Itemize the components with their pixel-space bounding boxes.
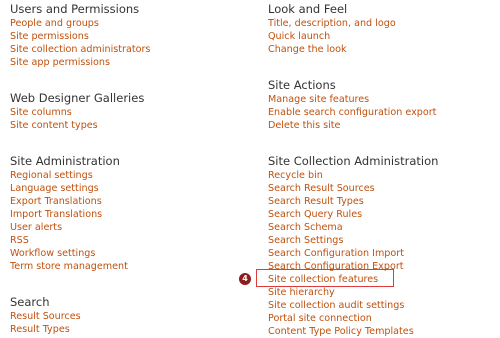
section-heading-look-and-feel: Look and Feel	[268, 2, 348, 16]
link-change-the-look[interactable]: Change the look	[268, 43, 396, 56]
link-content-type-policy-templates[interactable]: Content Type Policy Templates	[268, 325, 438, 338]
site-collection-administration-section: Site Collection Administration Recycle b…	[268, 153, 438, 338]
link-site-app-permissions[interactable]: Site app permissions	[10, 56, 150, 69]
link-site-content-types[interactable]: Site content types	[10, 119, 144, 132]
link-term-store-management[interactable]: Term store management	[10, 260, 128, 273]
section-heading-search: Search	[10, 295, 50, 309]
link-rss[interactable]: RSS	[10, 234, 128, 247]
link-result-types[interactable]: Result Types	[10, 323, 81, 336]
link-search-configuration-import[interactable]: Search Configuration Import	[268, 247, 438, 260]
section-heading-users-permissions: Users and Permissions	[10, 2, 140, 16]
web-designer-galleries-section: Web Designer Galleries Site columns Site…	[10, 90, 144, 132]
link-title-description-logo[interactable]: Title, description, and logo	[268, 17, 396, 30]
link-regional-settings[interactable]: Regional settings	[10, 169, 128, 182]
link-search-schema[interactable]: Search Schema	[268, 221, 438, 234]
section-heading-site-administration: Site Administration	[10, 154, 120, 168]
link-site-collection-audit-settings[interactable]: Site collection audit settings	[268, 299, 438, 312]
look-and-feel-section: Look and Feel Title, description, and lo…	[268, 1, 396, 56]
link-export-translations[interactable]: Export Translations	[10, 195, 128, 208]
link-site-collection-administrators[interactable]: Site collection administrators	[10, 43, 150, 56]
link-search-query-rules[interactable]: Search Query Rules	[268, 208, 438, 221]
link-portal-site-connection[interactable]: Portal site connection	[268, 312, 438, 325]
link-result-sources[interactable]: Result Sources	[10, 310, 81, 323]
highlight-box	[256, 269, 394, 287]
link-enable-search-configuration-export[interactable]: Enable search configuration export	[268, 106, 436, 119]
site-administration-section: Site Administration Regional settings La…	[10, 153, 128, 273]
link-people-and-groups[interactable]: People and groups	[10, 17, 150, 30]
step-number-badge: 4	[239, 273, 251, 285]
section-heading-web-designer: Web Designer Galleries	[10, 91, 145, 105]
site-actions-section: Site Actions Manage site features Enable…	[268, 77, 436, 132]
link-language-settings[interactable]: Language settings	[10, 182, 128, 195]
link-user-alerts[interactable]: User alerts	[10, 221, 128, 234]
link-delete-this-site[interactable]: Delete this site	[268, 119, 436, 132]
link-manage-site-features[interactable]: Manage site features	[268, 93, 436, 106]
link-import-translations[interactable]: Import Translations	[10, 208, 128, 221]
link-search-settings[interactable]: Search Settings	[268, 234, 438, 247]
section-heading-site-actions: Site Actions	[268, 78, 336, 92]
link-recycle-bin[interactable]: Recycle bin	[268, 169, 438, 182]
search-section: Search Result Sources Result Types	[10, 294, 81, 336]
users-and-permissions-section: Users and Permissions People and groups …	[10, 1, 150, 69]
link-quick-launch[interactable]: Quick launch	[268, 30, 396, 43]
link-search-result-types[interactable]: Search Result Types	[268, 195, 438, 208]
link-site-permissions[interactable]: Site permissions	[10, 30, 150, 43]
link-workflow-settings[interactable]: Workflow settings	[10, 247, 128, 260]
section-heading-site-collection-administration: Site Collection Administration	[268, 154, 439, 168]
link-site-columns[interactable]: Site columns	[10, 106, 144, 119]
link-search-result-sources[interactable]: Search Result Sources	[268, 182, 438, 195]
link-site-hierarchy[interactable]: Site hierarchy	[268, 286, 438, 299]
